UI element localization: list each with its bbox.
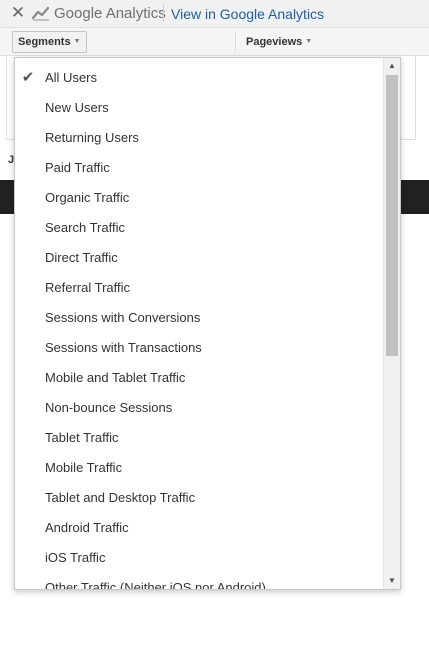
segment-option[interactable]: Tablet and Desktop Traffic xyxy=(15,483,383,513)
segment-option[interactable]: Tablet Traffic xyxy=(15,423,383,453)
segment-option-label: New Users xyxy=(45,100,109,115)
segment-option-label: All Users xyxy=(45,70,98,85)
segment-option[interactable]: Search Traffic xyxy=(15,213,383,243)
segment-option[interactable]: New Users xyxy=(15,93,383,123)
segment-option[interactable]: Paid Traffic xyxy=(15,153,383,183)
view-in-ga-link[interactable]: View in Google Analytics xyxy=(171,4,324,24)
scroll-up-arrow-icon[interactable]: ▲ xyxy=(384,59,400,73)
header-bar: ✕ Google Analytics View in Google Analyt… xyxy=(0,0,429,28)
check-icon: ✔ xyxy=(21,69,35,86)
segment-option-label: Sessions with Conversions xyxy=(45,310,201,325)
segment-option-label: Mobile and Tablet Traffic xyxy=(45,370,186,385)
segment-option-label: Tablet Traffic xyxy=(45,430,119,445)
segment-option-label: Mobile Traffic xyxy=(45,460,123,475)
segment-option[interactable]: Mobile Traffic xyxy=(15,453,383,483)
close-icon[interactable]: ✕ xyxy=(8,3,28,23)
segment-option-label: Non-bounce Sessions xyxy=(45,400,173,415)
segment-option[interactable]: Organic Traffic xyxy=(15,183,383,213)
segment-option[interactable]: iOS Traffic xyxy=(15,543,383,573)
brand-name: Google Analytics xyxy=(54,5,166,22)
segment-option-label: Organic Traffic xyxy=(45,190,130,205)
segment-option-label: Sessions with Transactions xyxy=(45,340,202,355)
segment-list: ✔ All Users New Users Returning Users Paid T… xyxy=(15,63,383,590)
segment-option[interactable]: Sessions with Conversions xyxy=(15,303,383,333)
segment-option[interactable]: Direct Traffic xyxy=(15,243,383,273)
segments-label: Segments xyxy=(18,36,71,48)
pageviews-label: Pageviews xyxy=(246,36,303,48)
segment-option[interactable]: ✔ All Users xyxy=(15,63,383,93)
segments-dropdown[interactable]: ✔ All Users New Users Returning Users Paid T… xyxy=(14,57,401,590)
segments-button[interactable]: Segments ▼ xyxy=(12,31,87,53)
segment-option[interactable]: Mobile and Tablet Traffic xyxy=(15,363,383,393)
segment-option-label: Direct Traffic xyxy=(45,250,118,265)
scrollbar[interactable]: ▲ ▼ xyxy=(383,58,400,589)
segment-option-label: Referral Traffic xyxy=(45,280,131,295)
scroll-down-arrow-icon[interactable]: ▼ xyxy=(384,574,400,588)
pageviews-button[interactable]: Pageviews ▼ xyxy=(246,31,312,53)
chevron-down-icon: ▼ xyxy=(73,38,81,46)
toolbar-divider xyxy=(235,32,236,52)
page: ✕ Google Analytics View in Google Analyt… xyxy=(0,0,429,669)
analytics-chart-icon xyxy=(32,6,50,21)
segment-option-label: Android Traffic xyxy=(45,520,129,535)
segment-option[interactable]: Sessions with Transactions xyxy=(15,333,383,363)
segment-option[interactable]: Android Traffic xyxy=(15,513,383,543)
segment-option[interactable]: Referral Traffic xyxy=(15,273,383,303)
scrollbar-thumb[interactable] xyxy=(386,75,398,356)
segment-option-label: Tablet and Desktop Traffic xyxy=(45,490,196,505)
segment-option[interactable]: Returning Users xyxy=(15,123,383,153)
segment-option-label: iOS Traffic xyxy=(45,550,106,565)
segment-option-label: Returning Users xyxy=(45,130,139,145)
segment-option-label: Paid Traffic xyxy=(45,160,110,175)
segment-option-label: Search Traffic xyxy=(45,220,125,235)
chevron-down-icon: ▼ xyxy=(305,38,313,46)
toolbar: Segments ▼ Pageviews ▼ xyxy=(0,28,429,56)
segment-option[interactable]: Other Traffic (Neither iOS nor Android) xyxy=(15,573,383,590)
segment-option-label: Other Traffic (Neither iOS nor Android) xyxy=(45,580,266,590)
header-divider xyxy=(163,4,164,22)
segment-option[interactable]: Non-bounce Sessions xyxy=(15,393,383,423)
